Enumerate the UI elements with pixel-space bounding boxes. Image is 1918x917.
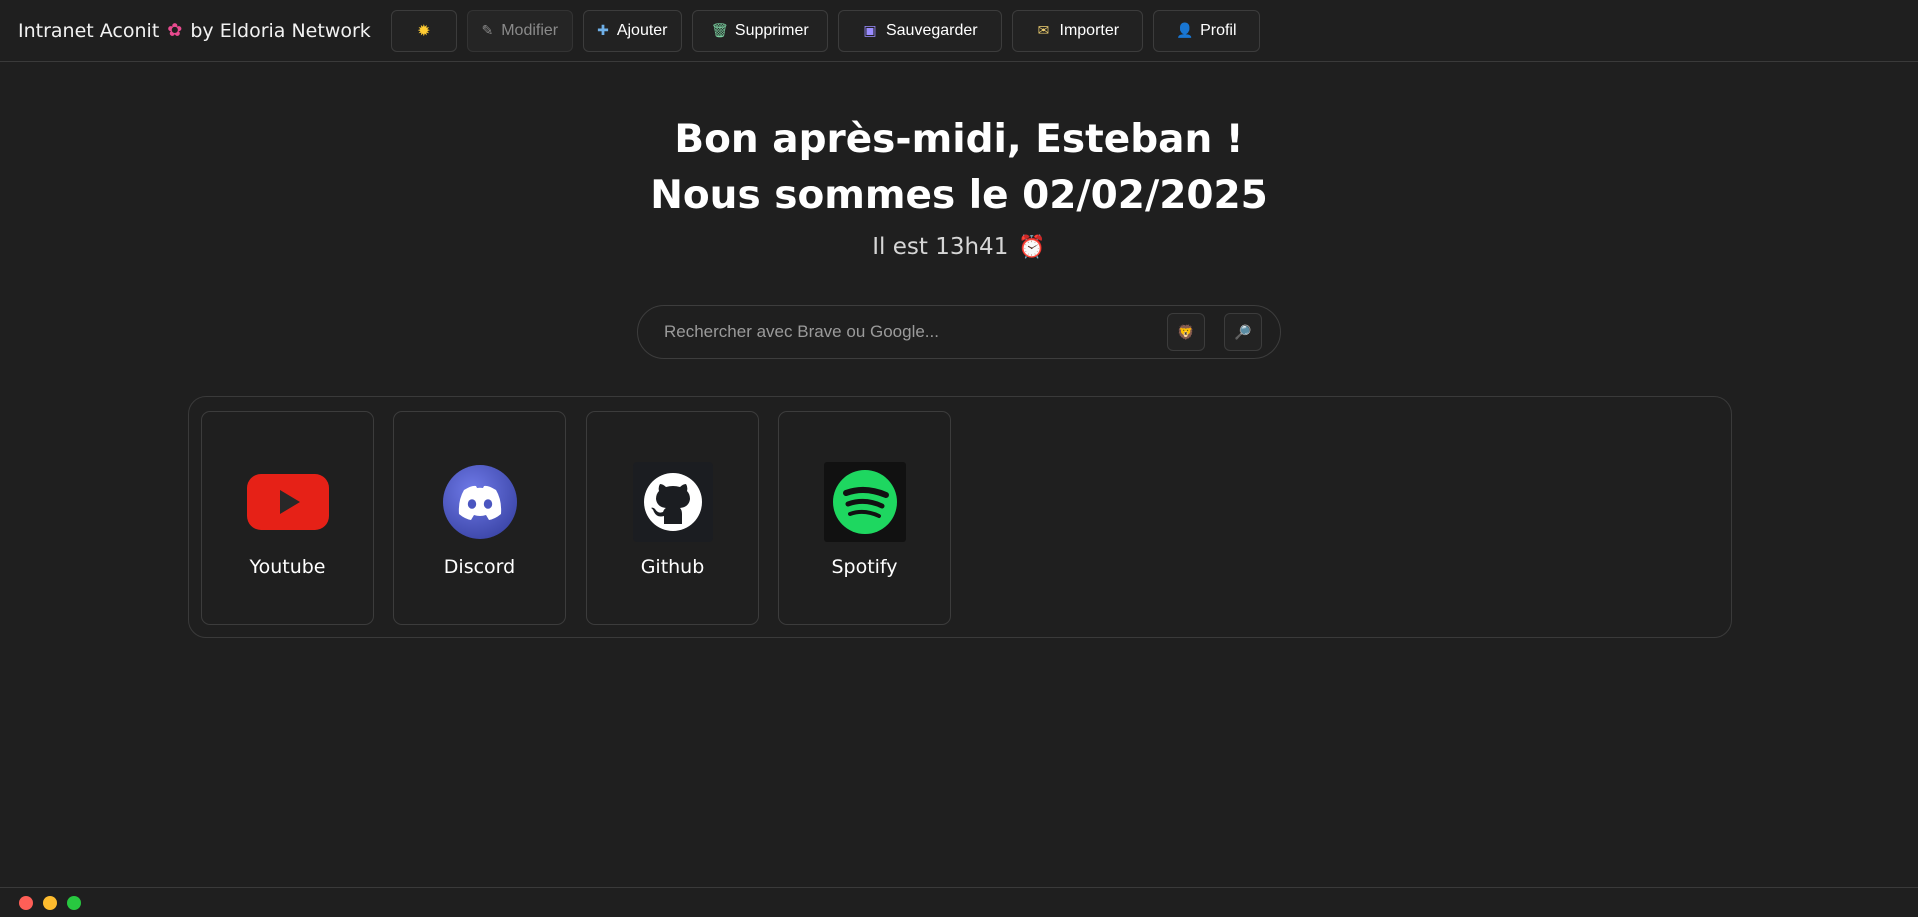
brand-title: Intranet Aconit ✿ by Eldoria Network bbox=[18, 20, 371, 42]
spotify-icon bbox=[823, 460, 907, 544]
time-text: Il est 13h41 bbox=[872, 234, 1009, 260]
shortcut-youtube[interactable]: Youtube bbox=[201, 411, 374, 625]
search-input[interactable] bbox=[664, 322, 1167, 342]
person-icon: 👤 bbox=[1176, 22, 1194, 38]
user-name: Esteban bbox=[1035, 117, 1213, 162]
add-label: Ajouter bbox=[616, 21, 668, 39]
save-button[interactable]: ▣ Sauvegarder bbox=[837, 9, 1002, 52]
shortcuts-panel: Youtube Discord Github Spotify bbox=[188, 396, 1732, 638]
brand-prefix: Intranet Aconit bbox=[18, 19, 160, 42]
google-search-button[interactable]: 🔎 bbox=[1224, 313, 1262, 351]
import-icon: ✉ bbox=[1037, 22, 1050, 38]
floppy-icon: ▣ bbox=[863, 22, 877, 38]
shortcut-spotify[interactable]: Spotify bbox=[778, 411, 951, 625]
greeting-suffix: ! bbox=[1225, 117, 1244, 162]
greeting-prefix: Bon après-midi, bbox=[674, 117, 1022, 162]
magnifier-icon: 🔎 bbox=[1234, 323, 1252, 340]
sun-icon: ✹ bbox=[417, 22, 431, 40]
date-line: Nous sommes le 02/02/2025 bbox=[650, 173, 1268, 218]
footer-bar bbox=[0, 887, 1918, 917]
shortcut-label: Github bbox=[640, 556, 705, 578]
trash-icon: 🗑 bbox=[710, 22, 729, 38]
add-icon: ✚ bbox=[597, 22, 609, 38]
shortcut-label: Youtube bbox=[249, 556, 326, 578]
add-button[interactable]: ✚ Ajouter bbox=[582, 9, 682, 52]
github-icon bbox=[631, 460, 715, 544]
shortcut-label: Spotify bbox=[831, 556, 898, 578]
greeting-section: Bon après-midi, Esteban ! Nous sommes le… bbox=[0, 112, 1918, 260]
save-label: Sauvegarder bbox=[885, 21, 978, 39]
theme-toggle-button[interactable]: ✹ bbox=[390, 9, 457, 52]
delete-button[interactable]: 🗑 Supprimer bbox=[691, 9, 828, 52]
shortcut-github[interactable]: Github bbox=[586, 411, 759, 625]
greeting-line: Bon après-midi, Esteban ! bbox=[0, 112, 1918, 168]
discord-icon bbox=[438, 460, 522, 544]
modify-button[interactable]: ✎ Modifier bbox=[466, 9, 573, 52]
minimize-dot[interactable] bbox=[43, 895, 57, 910]
delete-label: Supprimer bbox=[734, 21, 809, 39]
maximize-dot[interactable] bbox=[67, 895, 81, 910]
profile-button[interactable]: 👤 Profil bbox=[1152, 9, 1260, 52]
brave-search-button[interactable]: 🦁 bbox=[1167, 313, 1205, 351]
shortcut-label: Discord bbox=[443, 556, 516, 578]
shortcut-discord[interactable]: Discord bbox=[393, 411, 566, 625]
import-label: Importer bbox=[1059, 21, 1120, 39]
profile-label: Profil bbox=[1200, 21, 1237, 39]
search-bar: 🦁 🔎 bbox=[637, 305, 1281, 359]
time-line: Il est 13h41 ⏰ bbox=[0, 234, 1918, 260]
wrench-icon: ✎ bbox=[481, 22, 494, 38]
close-dot[interactable] bbox=[19, 895, 33, 910]
import-button[interactable]: ✉ Importer bbox=[1011, 9, 1143, 52]
flower-icon: ✿ bbox=[167, 20, 183, 41]
modify-label: Modifier bbox=[501, 21, 559, 39]
alarm-clock-icon: ⏰ bbox=[1018, 234, 1046, 260]
top-bar: Intranet Aconit ✿ by Eldoria Network ✹ ✎… bbox=[0, 0, 1918, 62]
lion-icon: 🦁 bbox=[1177, 323, 1195, 340]
youtube-icon bbox=[246, 460, 330, 544]
brand-suffix: by Eldoria Network bbox=[190, 19, 371, 42]
